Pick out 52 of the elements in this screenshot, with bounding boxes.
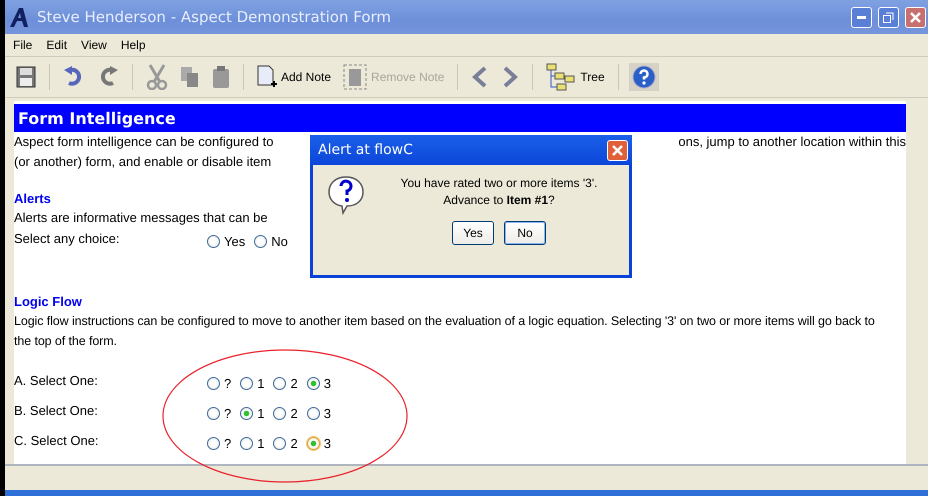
close-icon: [910, 12, 921, 22]
close-button[interactable]: [607, 140, 628, 160]
intro-text: ons, jump to another location within this: [678, 133, 906, 151]
radio-option[interactable]: 2: [273, 376, 298, 390]
radio-option[interactable]: 1: [240, 406, 264, 420]
radio-option[interactable]: 1: [240, 376, 264, 390]
question-label: A. Select One:: [14, 372, 99, 388]
note-icon: [257, 65, 277, 89]
minimize-icon: [857, 16, 866, 18]
alerts-description: Alerts are informative messages that can be: [14, 209, 268, 227]
question-label: C. Select One:: [14, 432, 100, 448]
radio-option[interactable]: 2: [273, 436, 298, 450]
dialog-title: Alert at flowC: [318, 142, 413, 158]
menu-item[interactable]: View: [81, 38, 107, 52]
add-note-button[interactable]: Add Note: [254, 63, 334, 91]
radio-option[interactable]: 3: [306, 376, 331, 390]
section-heading: Alerts: [14, 190, 51, 208]
radio-option[interactable]: 2: [273, 406, 298, 420]
section-heading: Logic Flow: [14, 293, 82, 311]
yes-button[interactable]: Yes: [452, 221, 494, 245]
question-label: B. Select One:: [14, 402, 99, 418]
radio-option[interactable]: ?: [207, 376, 232, 390]
dialog-message: Advance to Item #1?: [443, 192, 555, 209]
minimize-button[interactable]: [851, 6, 872, 28]
intro-text: Aspect form intelligence can be configured to: [14, 133, 274, 151]
tree-button[interactable]: Tree: [543, 61, 608, 93]
radio-option[interactable]: ?: [207, 436, 232, 450]
close-icon: [612, 144, 623, 156]
radio-option[interactable]: No: [254, 234, 288, 249]
restore-button[interactable]: [878, 6, 899, 28]
menu-item[interactable]: File: [13, 38, 32, 52]
app-logo-icon: [9, 6, 31, 28]
radio-option[interactable]: 3: [306, 406, 331, 420]
help-button[interactable]: [628, 63, 659, 91]
radio-option[interactable]: ?: [207, 406, 232, 420]
tree-icon: [546, 63, 576, 91]
radio-option[interactable]: 3: [306, 436, 331, 450]
close-button[interactable]: [905, 6, 926, 28]
menu-item[interactable]: Help: [120, 38, 146, 52]
radio-option[interactable]: 1: [240, 436, 264, 450]
restore-icon: [883, 12, 894, 22]
window-title: Steve Henderson - Aspect Demonstration Form: [37, 8, 392, 26]
section-header: Form Intelligence: [14, 104, 906, 132]
menu-item[interactable]: Edit: [46, 38, 68, 52]
question-bubble-icon: [327, 175, 365, 215]
no-button[interactable]: No: [504, 221, 546, 245]
question-label: Select any choice:: [14, 231, 121, 246]
trash-icon: [343, 64, 368, 90]
dialog-message: You have rated two or more items '3'.: [400, 175, 598, 192]
radio-option[interactable]: Yes: [207, 234, 246, 249]
logic-flow-description: Logic flow instructions can be configured to move to another item based on the evaluation of a logic equation. Selecting '3' on two or more items will go back to the top of the form.: [14, 313, 876, 350]
intro-text: (or another) form, and enable or disable item: [14, 153, 272, 171]
